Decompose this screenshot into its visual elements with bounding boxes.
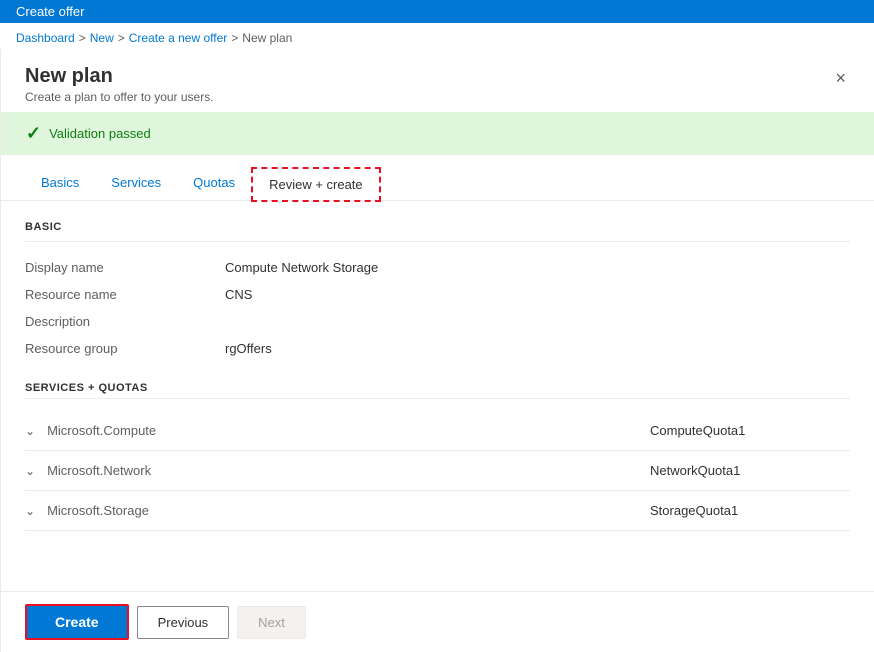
breadcrumb: Dashboard > New > Create a new offer > N… [0,23,874,49]
validation-text: Validation passed [49,126,151,141]
label-description: Description [25,308,225,335]
service-network-name: Microsoft.Network [47,463,650,478]
label-resource-name: Resource name [25,281,225,308]
panel-subtitle: Create a plan to offer to your users. [25,90,214,104]
field-resource-group: Resource group rgOffers [25,335,850,362]
service-compute-name: Microsoft.Compute [47,423,650,438]
field-description: Description [25,308,850,335]
validation-icon: ✓ [26,123,41,144]
chevron-storage-icon: ⌄ [25,504,35,518]
chevron-network-icon: ⌄ [25,464,35,478]
panel-header: New plan Create a plan to offer to your … [1,49,874,112]
tab-basics[interactable]: Basics [25,167,95,200]
breadcrumb-current: New plan [242,31,292,45]
value-resource-name: CNS [225,281,850,308]
tab-review-create[interactable]: Review + create [251,167,381,202]
validation-banner: ✓ Validation passed [1,112,874,155]
close-button[interactable]: × [831,65,850,91]
services-divider [25,398,850,399]
tab-quotas[interactable]: Quotas [177,167,251,200]
basic-fields-table: Display name Compute Network Storage Res… [25,254,850,362]
tabs-container: Basics Services Quotas Review + create [1,167,874,201]
field-display-name: Display name Compute Network Storage [25,254,850,281]
next-button: Next [237,606,306,639]
value-description [225,308,850,335]
panel-content: BASIC Display name Compute Network Stora… [1,201,874,591]
value-resource-group: rgOffers [225,335,850,362]
tab-services[interactable]: Services [95,167,177,200]
breadcrumb-dashboard[interactable]: Dashboard [16,31,75,45]
breadcrumb-new[interactable]: New [90,31,114,45]
service-compute-quota: ComputeQuota1 [650,423,850,438]
basic-section-title: BASIC [25,221,850,233]
panel-footer: Create Previous Next [1,591,874,652]
service-storage[interactable]: ⌄ Microsoft.Storage StorageQuota1 [25,491,850,531]
breadcrumb-create-offer[interactable]: Create a new offer [129,31,228,45]
panel-title-group: New plan Create a plan to offer to your … [25,65,214,104]
services-section-title: SERVICES + QUOTAS [25,382,850,394]
field-resource-name: Resource name CNS [25,281,850,308]
service-storage-name: Microsoft.Storage [47,503,650,518]
value-display-name: Compute Network Storage [225,254,850,281]
label-resource-group: Resource group [25,335,225,362]
previous-button[interactable]: Previous [137,606,230,639]
new-plan-panel: New plan Create a plan to offer to your … [0,49,874,652]
service-compute[interactable]: ⌄ Microsoft.Compute ComputeQuota1 [25,411,850,451]
panel-title: New plan [25,65,214,88]
create-button[interactable]: Create [25,604,129,640]
chevron-compute-icon: ⌄ [25,424,35,438]
header-bar: Create offer [0,0,874,23]
basic-divider [25,241,850,242]
header-title: Create offer [16,4,84,19]
service-network-quota: NetworkQuota1 [650,463,850,478]
service-network[interactable]: ⌄ Microsoft.Network NetworkQuota1 [25,451,850,491]
service-storage-quota: StorageQuota1 [650,503,850,518]
label-display-name: Display name [25,254,225,281]
